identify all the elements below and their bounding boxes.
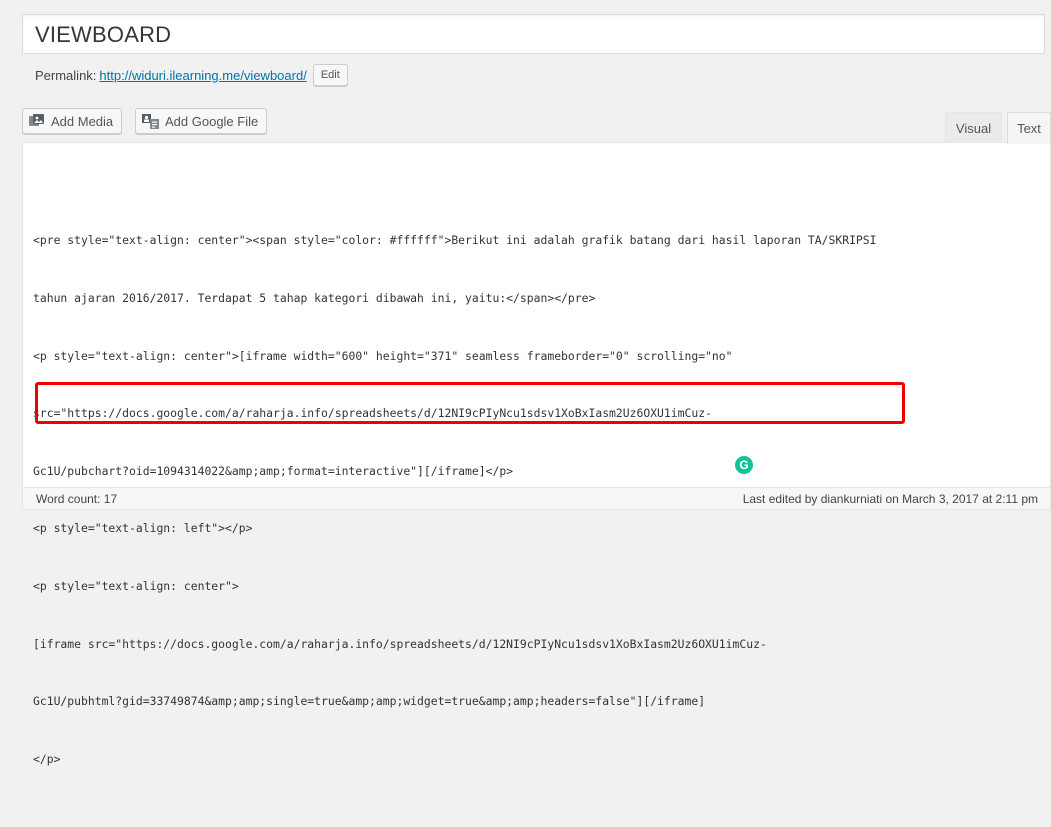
code-line: </p> [33,751,61,766]
add-google-file-button[interactable]: Add Google File [135,108,268,134]
code-line: <pre style="text-align: center"><span st… [33,233,877,248]
code-line: <p style="text-align: left"></p> [33,521,253,536]
tab-text[interactable]: Text [1007,112,1051,144]
code-line: <p style="text-align: center">[iframe wi… [33,348,733,363]
add-media-label: Add Media [51,113,114,129]
add-google-file-label: Add Google File [165,113,259,129]
code-line: Gc1U/pubchart?oid=1094314022&amp;amp;for… [33,463,514,478]
permalink-edit-button[interactable]: Edit [312,64,348,86]
permalink-label: Permalink: [35,67,97,83]
post-title-input[interactable]: VIEWBOARD [22,14,1045,54]
status-bar: Word count: 17 Last edited by diankurnia… [22,488,1051,510]
highlight-box [35,382,905,424]
last-edited: Last edited by diankurniati on March 3, … [742,492,1038,506]
tab-visual[interactable]: Visual [945,112,1002,143]
add-media-button[interactable]: Add Media [22,108,123,134]
media-icon [29,114,45,128]
grammarly-icon[interactable]: G [735,456,753,474]
code-line: [iframe src="https://docs.google.com/a/r… [33,636,767,651]
permalink-row: Permalink: http://widuri.ilearning.me/vi… [35,64,348,86]
google-file-icon [142,113,159,129]
code-line: <p style="text-align: center"> [33,579,239,594]
code-line: Gc1U/pubhtml?gid=33749874&amp;amp;single… [33,694,706,709]
post-title-text: VIEWBOARD [35,22,172,47]
permalink-link[interactable]: http://widuri.ilearning.me/viewboard/ [99,68,306,83]
word-count: Word count: 17 [36,492,118,506]
code-line: tahun ajaran 2016/2017. Terdapat 5 tahap… [33,291,596,306]
editor-textarea[interactable]: <pre style="text-align: center"><span st… [22,142,1051,766]
